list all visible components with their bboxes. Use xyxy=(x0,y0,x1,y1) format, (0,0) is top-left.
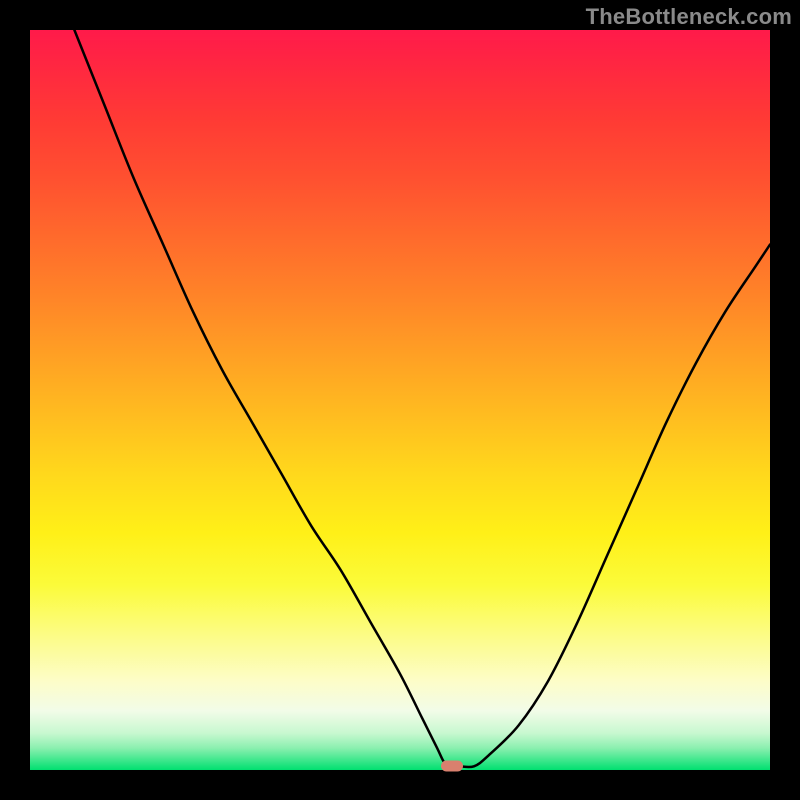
minimum-marker xyxy=(441,761,463,772)
plot-area xyxy=(30,30,770,770)
bottleneck-curve xyxy=(30,30,770,770)
chart-frame: TheBottleneck.com xyxy=(0,0,800,800)
watermark-text: TheBottleneck.com xyxy=(586,4,792,30)
